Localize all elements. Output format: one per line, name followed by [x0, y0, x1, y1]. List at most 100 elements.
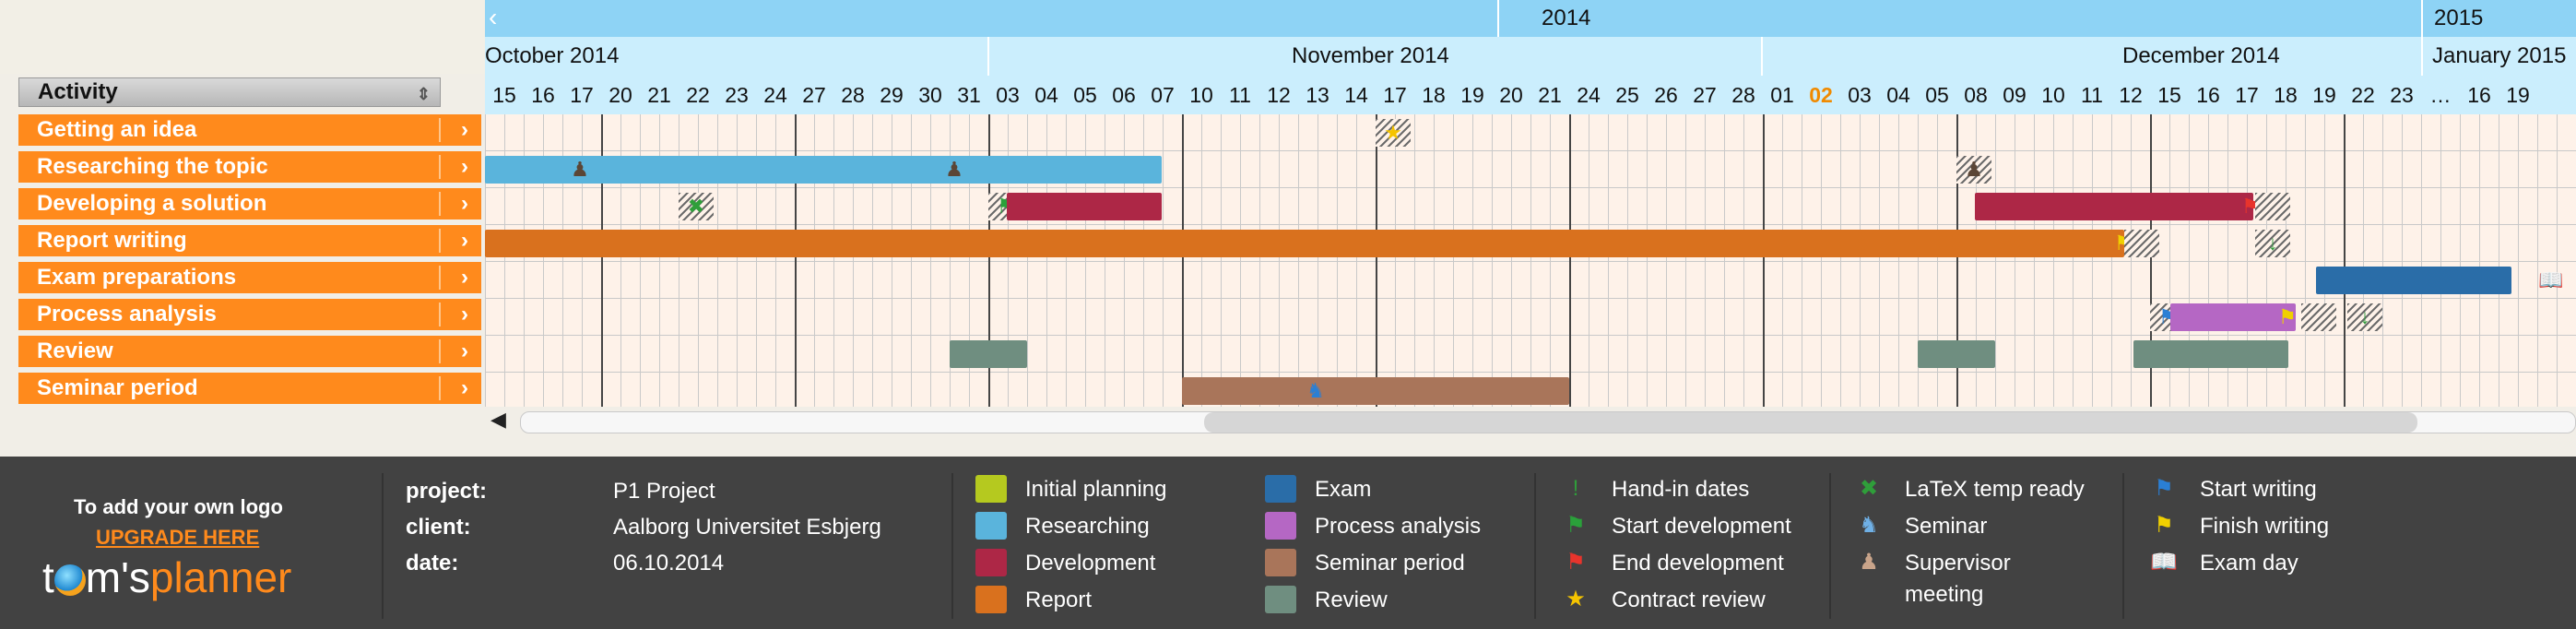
day-label: 13	[1306, 83, 1329, 107]
legend-label: Hand-in dates	[1612, 477, 1750, 502]
milestone-marker[interactable]	[2255, 193, 2290, 220]
client-value: Aalborg Universitet Esbjerg	[613, 515, 881, 540]
legend-label: Exam day	[2200, 551, 2298, 576]
expand-arrow-icon[interactable]: ›	[448, 336, 481, 367]
activity-row[interactable]: Researching the topic ›	[18, 151, 481, 185]
day-label: 16	[2467, 83, 2491, 107]
day-label: 27	[1693, 83, 1717, 107]
teacher-icon[interactable]: ♞	[1302, 377, 1329, 405]
task-bar[interactable]	[950, 340, 1027, 368]
task-bar[interactable]	[2133, 340, 2288, 368]
exclamation-icon: !	[1572, 476, 1579, 501]
day-label: 20	[1499, 83, 1523, 107]
scroll-back-icon[interactable]: ‹	[489, 0, 497, 35]
day-label: 29	[880, 83, 904, 107]
task-bar[interactable]	[1182, 377, 1569, 405]
supervisor-icon[interactable]: ♟	[940, 156, 968, 184]
task-bar[interactable]	[1918, 340, 1995, 368]
task-bar[interactable]	[1007, 193, 1162, 220]
star-icon[interactable]: ★	[1379, 119, 1407, 147]
expand-arrow-icon[interactable]: ›	[448, 114, 481, 146]
supervisor-icon[interactable]: ♟	[566, 156, 594, 184]
day-label: 28	[841, 83, 865, 107]
day-label: 17	[2235, 83, 2259, 107]
day-label: 22	[686, 83, 710, 107]
day-label: 20	[609, 83, 632, 107]
row-gridline	[485, 187, 2576, 188]
legend-swatch	[975, 475, 1007, 503]
activity-row[interactable]: Getting an idea ›	[18, 114, 481, 148]
legend-label: Supervisor	[1905, 551, 2011, 576]
expand-arrow-icon[interactable]: ›	[448, 151, 481, 183]
supervisor-icon[interactable]: ♟	[1960, 156, 1988, 184]
project-value: P1 Project	[613, 479, 715, 504]
day-label: 23	[725, 83, 749, 107]
day-label: 19	[2506, 83, 2530, 107]
logo-placeholder-text: To add your own logo	[74, 495, 283, 518]
legend-label: Seminar	[1905, 514, 1988, 539]
day-label: 11	[2081, 83, 2103, 107]
yellow-flag-icon[interactable]: ⚑	[2274, 303, 2301, 331]
day-label: 19	[2312, 83, 2336, 107]
expand-arrow-icon[interactable]: ›	[448, 225, 481, 256]
row-separator	[439, 229, 441, 253]
legend-label: Seminar period	[1315, 551, 1465, 576]
row-separator	[439, 155, 441, 179]
legend-swatch	[975, 549, 1007, 576]
day-label: 16	[2196, 83, 2220, 107]
month-header: October 2014 November 2014 December 2014…	[485, 37, 2576, 76]
scrollbar-thumb[interactable]	[1204, 412, 2417, 433]
expand-arrow-icon[interactable]: ›	[448, 373, 481, 404]
milestone-marker[interactable]	[2301, 303, 2336, 331]
year-label-2015: 2015	[2434, 6, 2484, 30]
activity-column-header[interactable]: Activity ⇕	[18, 77, 441, 107]
row-gridline	[485, 335, 2576, 336]
hand-in-arrow-icon[interactable]: ↓	[2351, 303, 2379, 331]
row-gridline	[485, 261, 2576, 262]
day-label: 15	[2157, 83, 2181, 107]
hand-in-arrow-icon[interactable]: ↓	[2259, 230, 2286, 257]
book-icon[interactable]: 📖	[2537, 267, 2565, 294]
activity-row[interactable]: Process analysis ›	[18, 299, 481, 333]
task-bar[interactable]	[2316, 267, 2511, 294]
legend-swatch	[1265, 586, 1296, 613]
activity-label: Exam preparations	[37, 265, 237, 290]
activity-label: Developing a solution	[37, 191, 267, 216]
activity-row[interactable]: Exam preparations ›	[18, 262, 481, 296]
activity-row[interactable]: Developing a solution ›	[18, 188, 481, 222]
expand-arrow-icon[interactable]: ›	[448, 188, 481, 220]
expand-arrow-icon[interactable]: ›	[448, 262, 481, 293]
day-header: 15 16 17 20 21 22 23 24 27 28 29 30 31 03 04 05 06 07 10 11…	[485, 76, 2576, 114]
activity-row[interactable]: Report writing ›	[18, 225, 481, 259]
day-label: 03	[1848, 83, 1872, 107]
day-label: …	[2429, 83, 2452, 107]
client-key: client:	[406, 515, 471, 540]
legend-label: End development	[1612, 551, 1784, 576]
row-separator	[439, 339, 441, 363]
day-label: 10	[1189, 83, 1213, 107]
activity-label: Review	[37, 338, 113, 363]
sort-icon[interactable]: ⇕	[417, 80, 431, 108]
legend-swatch	[975, 512, 1007, 540]
scroll-left-icon[interactable]: ◀	[490, 408, 506, 432]
task-bar[interactable]	[1975, 193, 2253, 220]
week-gridline	[1376, 114, 1377, 407]
check-x-icon[interactable]: ✖	[682, 193, 710, 220]
upgrade-link[interactable]: UPGRADE HERE	[96, 526, 259, 550]
legend-label: Process analysis	[1315, 514, 1482, 539]
day-label: 07	[1151, 83, 1175, 107]
task-bar[interactable]	[485, 230, 2124, 257]
red-flag-icon: ⚑	[1566, 550, 1586, 575]
legend-label: Review	[1315, 587, 1388, 612]
book-icon: 📖	[2150, 550, 2178, 575]
activity-row[interactable]: Review ›	[18, 336, 481, 370]
day-label: 04	[1886, 83, 1910, 107]
legend-swatch	[1265, 475, 1296, 503]
activity-row[interactable]: Seminar period ›	[18, 373, 481, 407]
expand-arrow-icon[interactable]: ›	[448, 299, 481, 330]
toolbar-area	[0, 0, 485, 74]
row-separator	[439, 118, 441, 142]
milestone-marker[interactable]	[2124, 230, 2159, 257]
month-label-december: December 2014	[2122, 43, 2280, 68]
week-gridline	[2344, 114, 2346, 407]
